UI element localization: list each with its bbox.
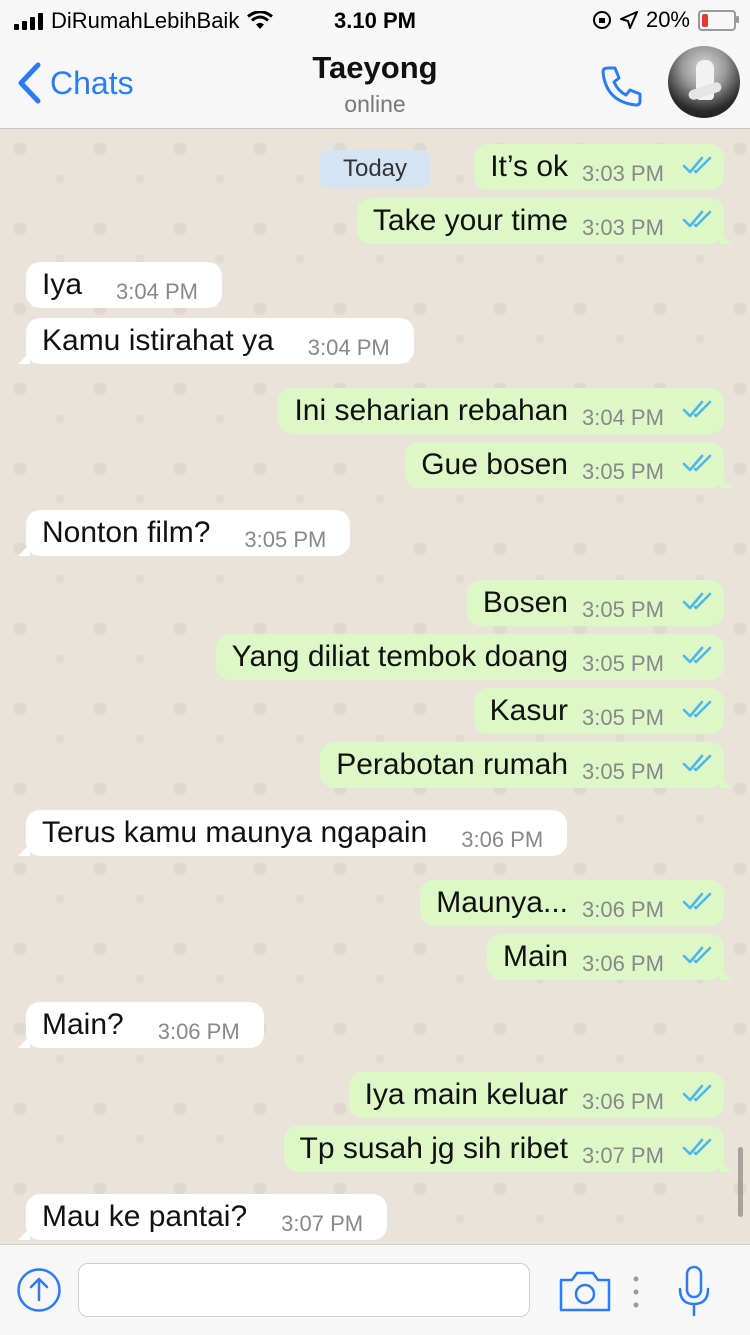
message-text: It’s ok	[490, 150, 568, 183]
outgoing-message[interactable]: Take your time 3:03 PM	[356, 198, 733, 244]
double-check-icon	[682, 892, 712, 910]
incoming-message[interactable]: Main? 3:06 PM	[18, 1002, 264, 1048]
message-time: 3:05 PM	[244, 527, 327, 552]
message-time: 3:06 PM	[582, 1089, 664, 1114]
message-time: 3:04 PM	[307, 335, 390, 360]
message-text: Maunya...	[436, 886, 568, 919]
double-check-icon	[682, 700, 712, 718]
message-time: 3:04 PM	[582, 405, 664, 430]
message-time: 3:05 PM	[582, 459, 664, 484]
message-time: 3:05 PM	[582, 651, 664, 676]
outgoing-message[interactable]: Yang diliat tembok doang 3:05 PM	[215, 634, 724, 680]
message-text: Iya main keluar	[364, 1078, 568, 1111]
chat-header: Chats Taeyong online	[0, 40, 750, 129]
incoming-message[interactable]: Nonton film? 3:05 PM	[17, 510, 351, 556]
message-time: 3:06 PM	[582, 897, 664, 922]
message-list[interactable]: Today It’s ok 3:03 PM Take your time 3:03 P…	[0, 129, 750, 1244]
outgoing-message[interactable]: Iya main keluar 3:06 PM	[348, 1072, 724, 1118]
message-text: Bosen	[482, 586, 568, 619]
message-time: 3:03 PM	[582, 215, 664, 240]
message-text: Take your time	[372, 204, 568, 237]
double-check-icon	[682, 754, 712, 772]
message-text: Kamu istirahat ya	[42, 324, 274, 357]
orientation-lock-icon	[592, 11, 611, 29]
outgoing-message[interactable]: Main 3:06 PM	[486, 934, 733, 980]
more-dots-icon[interactable]	[632, 1275, 640, 1309]
message-text: Gue bosen	[421, 448, 568, 481]
message-text: Kasur	[489, 694, 568, 727]
outgoing-message[interactable]: Tp susah jg sih ribet 3:07 PM	[283, 1126, 733, 1172]
message-text: Tp susah jg sih ribet	[299, 1132, 568, 1165]
message-text: Terus kamu maunya ngapain	[42, 816, 428, 849]
battery-icon	[698, 9, 739, 31]
message-time: 3:06 PM	[157, 1019, 240, 1044]
incoming-message[interactable]: Kamu istirahat ya 3:04 PM	[18, 318, 414, 364]
date-badge: Today	[320, 150, 430, 188]
incoming-message[interactable]: Iya 3:04 PM	[26, 262, 223, 308]
double-check-icon	[682, 1084, 712, 1102]
message-time: 3:04 PM	[116, 279, 198, 304]
upload-icon[interactable]	[16, 1267, 62, 1313]
camera-icon[interactable]	[558, 1269, 612, 1313]
incoming-message[interactable]: Mau ke pantai? 3:07 PM	[17, 1194, 388, 1240]
message-time: 3:05 PM	[582, 597, 664, 622]
double-check-icon	[682, 400, 712, 418]
double-check-icon	[682, 454, 712, 472]
double-check-icon	[682, 1138, 712, 1156]
battery-percent: 20%	[645, 7, 690, 32]
message-text: Main?	[42, 1008, 124, 1041]
contact-avatar[interactable]	[668, 46, 740, 118]
outgoing-message[interactable]: Perabotan rumah 3:05 PM	[320, 742, 732, 788]
phone-icon[interactable]	[598, 62, 646, 110]
outgoing-message[interactable]: It’s ok 3:03 PM	[474, 144, 724, 190]
message-time: 3:05 PM	[582, 759, 664, 784]
status-bar: DiRumahLebihBaik 3.10 PM 20%	[0, 0, 750, 40]
message-time: 3:07 PM	[582, 1143, 664, 1168]
double-check-icon	[682, 210, 712, 228]
outgoing-message[interactable]: Maunya... 3:06 PM	[420, 880, 724, 926]
compose-bar	[0, 1244, 750, 1335]
double-check-icon	[682, 156, 712, 174]
incoming-message[interactable]: Terus kamu maunya ngapain 3:06 PM	[17, 810, 568, 856]
outgoing-message[interactable]: Bosen 3:05 PM	[466, 580, 724, 626]
microphone-icon[interactable]	[676, 1265, 712, 1317]
double-check-icon	[682, 592, 712, 610]
message-text: Mau ke pantai?	[42, 1200, 248, 1233]
message-text: Iya	[42, 268, 83, 301]
message-time: 3:06 PM	[582, 951, 664, 976]
double-check-icon	[682, 646, 712, 664]
message-time: 3:03 PM	[582, 161, 664, 186]
outgoing-message[interactable]: Kasur 3:05 PM	[473, 688, 724, 734]
location-icon	[619, 11, 638, 29]
outgoing-message[interactable]: Ini seharian rebahan 3:04 PM	[278, 388, 724, 434]
message-text: Nonton film?	[42, 516, 211, 549]
message-time: 3:05 PM	[582, 705, 664, 730]
message-time: 3:06 PM	[461, 827, 544, 852]
double-check-icon	[682, 946, 712, 964]
outgoing-message[interactable]: Gue bosen 3:05 PM	[405, 442, 732, 488]
message-time: 3:07 PM	[281, 1211, 364, 1236]
message-text: Main	[502, 940, 568, 973]
message-input[interactable]	[78, 1263, 530, 1317]
message-text: Ini seharian rebahan	[294, 394, 568, 427]
message-text: Yang diliat tembok doang	[231, 640, 568, 673]
message-text: Perabotan rumah	[336, 748, 568, 781]
scrollbar[interactable]	[738, 1147, 743, 1217]
status-right: 20%	[592, 7, 739, 33]
